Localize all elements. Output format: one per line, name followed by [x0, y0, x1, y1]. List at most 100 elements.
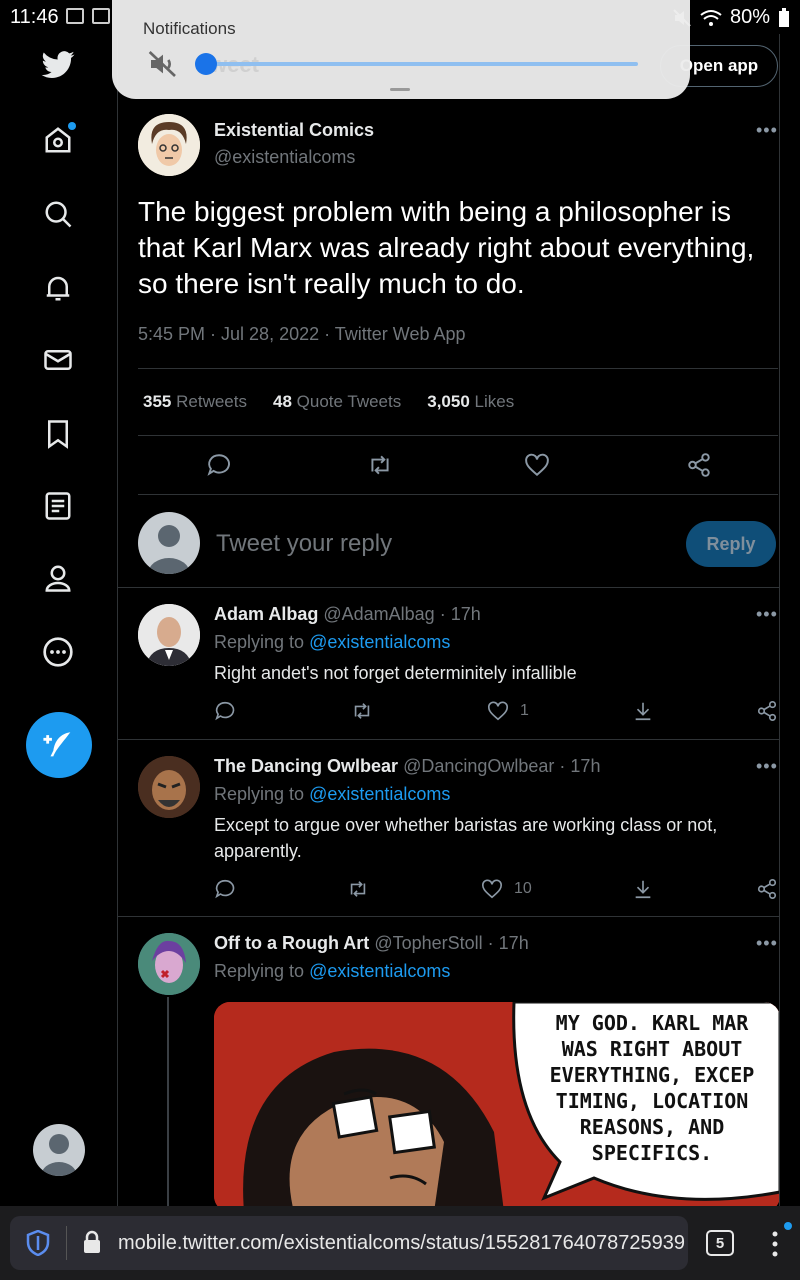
home-notification-dot	[68, 122, 76, 130]
shield-icon[interactable]	[26, 1230, 50, 1256]
comic-text-line: WAS RIGHT ABOUT	[561, 1037, 743, 1061]
reply-tweet[interactable]: The Dancing Owlbear @DancingOwlbear · 17…	[118, 740, 779, 917]
retweet-icon[interactable]	[366, 452, 394, 478]
author-name[interactable]: Existential Comics	[214, 120, 374, 141]
tweet-more-icon[interactable]: •••	[756, 120, 778, 141]
battery-icon	[779, 7, 789, 27]
replying-to-link[interactable]: @existentialcoms	[309, 784, 450, 804]
tweet-thread-column: Open app Existential Comics @existential…	[118, 34, 780, 1206]
feather-plus-icon	[43, 732, 71, 757]
replying-label: Replying to	[214, 784, 305, 804]
tweet-timestamp[interactable]: 5:45 PM · Jul 28, 2022 · Twitter Web App	[138, 324, 466, 345]
gallery-icon	[66, 8, 84, 24]
reply-author-name[interactable]: Off to a Rough Art	[214, 933, 369, 953]
status-left-icons	[66, 8, 110, 24]
tweet-text: The biggest problem with being a philoso…	[138, 196, 755, 299]
reply-tweet[interactable]: Adam Albag @AdamAlbag · 17h ••• Replying…	[118, 588, 779, 740]
reply-author-name[interactable]: The Dancing Owlbear	[214, 756, 398, 776]
battery-percent: 80%	[729, 6, 770, 28]
reply-text: Except to argue over whether baristas ar…	[214, 815, 718, 861]
explore-search-icon[interactable]	[40, 196, 76, 232]
reply-author-handle[interactable]: @AdamAlbag	[323, 604, 434, 624]
notification-panel-title: Notifications	[143, 19, 236, 38]
menu-update-dot	[784, 1222, 792, 1230]
comic-image[interactable]: MY GOD. KARL MAR WAS RIGHT ABOUT EVERYTH…	[214, 1002, 779, 1206]
like-count: 10	[514, 880, 532, 897]
like-heart-icon	[488, 701, 508, 721]
account-avatar[interactable]	[33, 1124, 85, 1176]
browser-toolbar: mobile.twitter.com/existentialcoms/statu…	[0, 1206, 800, 1280]
reply-icon[interactable]	[214, 878, 236, 900]
messages-envelope-icon[interactable]	[40, 342, 76, 378]
share-icon[interactable]	[686, 452, 712, 478]
reply-author-handle[interactable]: @TopherStoll	[374, 933, 482, 953]
like-button[interactable]: 10	[480, 878, 532, 900]
lists-icon[interactable]	[40, 488, 76, 524]
notifications-bell-icon[interactable]	[40, 270, 76, 306]
twitter-logo-icon[interactable]	[40, 48, 76, 84]
reply-time: · 17h	[487, 933, 529, 953]
browser-menu-icon[interactable]	[770, 1222, 792, 1263]
tab-switcher-button[interactable]: 5	[706, 1230, 734, 1256]
retweet-icon[interactable]	[350, 700, 374, 722]
replying-label: Replying to	[214, 632, 305, 652]
volume-slider-track[interactable]	[206, 62, 638, 66]
reply-time: · 17h	[439, 604, 481, 624]
lock-icon	[84, 1230, 100, 1253]
reply-more-icon[interactable]: •••	[756, 604, 778, 625]
comic-speech-bubble: MY GOD. KARL MAR WAS RIGHT ABOUT EVERYTH…	[524, 1010, 779, 1166]
reply-author-name[interactable]: Adam Albag	[214, 604, 318, 624]
replying-to-link[interactable]: @existentialcoms	[309, 961, 450, 981]
like-button[interactable]: 1	[486, 700, 529, 722]
url-text[interactable]: mobile.twitter.com/existentialcoms/statu…	[118, 1232, 685, 1255]
panel-drag-handle[interactable]	[390, 88, 410, 91]
retweets-stat[interactable]: 355 Retweets	[143, 392, 247, 412]
reply-avatar[interactable]	[138, 756, 200, 818]
address-bar[interactable]: mobile.twitter.com/existentialcoms/statu…	[10, 1216, 688, 1270]
replying-label: Replying to	[214, 961, 305, 981]
likes-stat[interactable]: 3,050 Likes	[427, 392, 514, 412]
like-heart-icon[interactable]	[524, 452, 550, 478]
reply-icon[interactable]	[206, 452, 232, 478]
status-time: 11:46	[10, 6, 59, 28]
share-icon[interactable]	[756, 700, 778, 722]
reply-icon[interactable]	[214, 700, 236, 722]
like-heart-icon	[482, 879, 502, 899]
comic-text-line: REASONS, AND	[579, 1115, 725, 1139]
quote-tweets-stat[interactable]: 48 Quote Tweets	[273, 392, 401, 412]
reply-more-icon[interactable]: •••	[756, 933, 778, 954]
like-count: 1	[520, 702, 529, 719]
author-avatar[interactable]	[138, 114, 200, 176]
author-handle[interactable]: @existentialcoms	[214, 147, 374, 168]
muted-speaker-icon[interactable]	[146, 48, 180, 80]
reply-avatar[interactable]	[138, 933, 200, 995]
replying-to-link[interactable]: @existentialcoms	[309, 632, 450, 652]
reply-avatar[interactable]	[138, 604, 200, 666]
divider	[138, 494, 778, 495]
comic-text-line: EVERYTHING, EXCEP	[549, 1063, 755, 1087]
profile-icon[interactable]	[40, 560, 76, 596]
bookmarks-icon[interactable]	[40, 416, 76, 452]
home-icon[interactable]	[40, 122, 76, 158]
compose-tweet-button[interactable]	[26, 712, 92, 778]
comic-text-line: SPECIFICS.	[591, 1141, 713, 1165]
reply-author-handle[interactable]: @DancingOwlbear	[403, 756, 554, 776]
volume-slider-knob[interactable]	[195, 53, 217, 75]
comic-text-line: MY GOD. KARL MAR	[555, 1011, 749, 1035]
reply-text: Right andet's not forget determinitely i…	[214, 663, 577, 683]
reply-more-icon[interactable]: •••	[756, 756, 778, 777]
download-icon[interactable]	[632, 700, 654, 722]
thread-line	[167, 997, 169, 1206]
download-icon[interactable]	[632, 878, 654, 900]
left-nav-rail	[0, 34, 118, 1206]
more-options-icon[interactable]	[40, 634, 76, 670]
vpn-key-icon	[92, 8, 110, 24]
reply-input[interactable]: Tweet your reply	[216, 530, 392, 558]
notification-volume-panel[interactable]: Notifications weet	[112, 0, 690, 99]
retweet-icon[interactable]	[346, 878, 370, 900]
tweet-actions	[138, 436, 778, 494]
reply-button[interactable]: Reply	[686, 521, 776, 567]
reply-composer: Tweet your reply Reply	[118, 496, 779, 588]
wifi-icon	[700, 9, 722, 26]
share-icon[interactable]	[756, 878, 778, 900]
